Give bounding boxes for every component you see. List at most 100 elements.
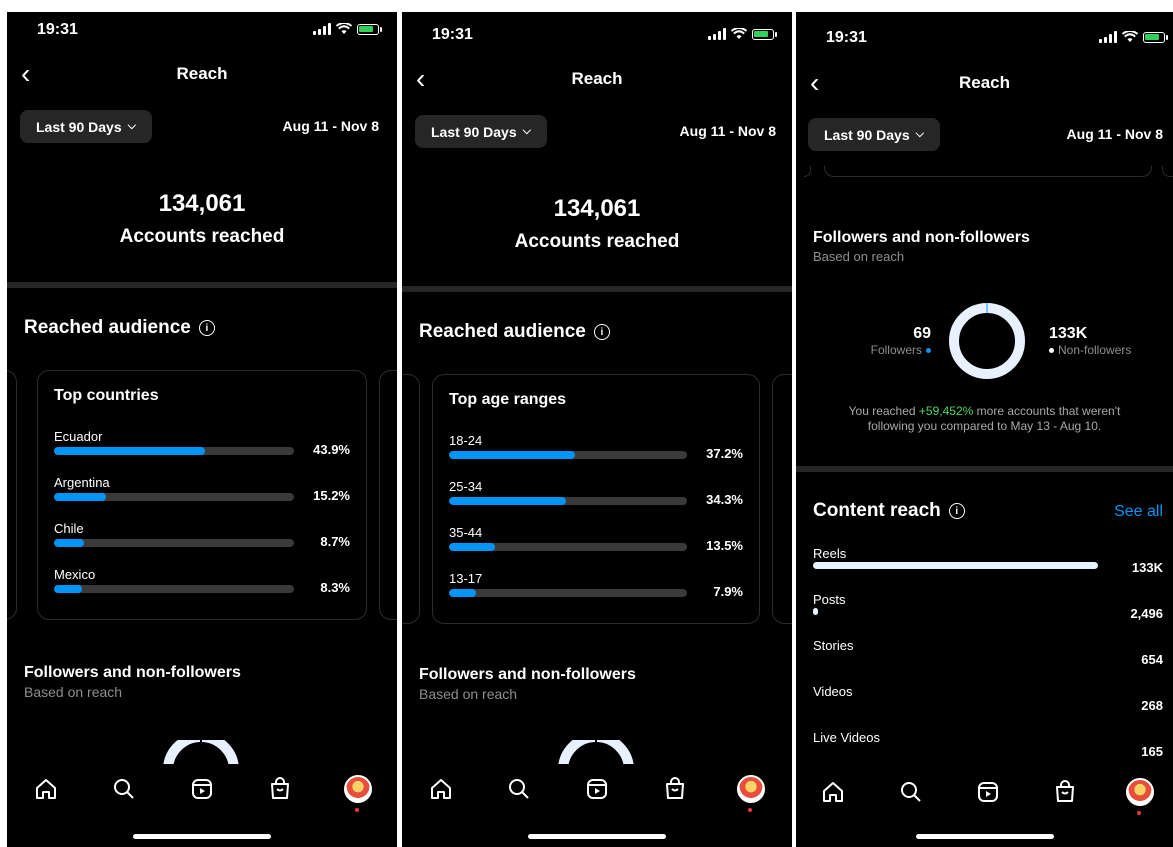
phone-screen-countries: 19:31 ‹ Reach Last 90 Days ⌵ Aug 11 - Nov… (7, 12, 397, 847)
prev-card-peek[interactable] (402, 374, 420, 624)
bar-fill (449, 589, 476, 597)
status-bar: 19:31 (7, 12, 397, 52)
prev-card-peek[interactable] (7, 370, 17, 620)
non-followers-count: 133K (1049, 325, 1088, 342)
shop-icon[interactable] (265, 774, 295, 804)
list-item: Argentina 15.2% (54, 475, 350, 503)
list-item: 13-17 7.9% (449, 571, 743, 599)
bar-fill (54, 447, 205, 455)
period-dropdown[interactable]: Last 90 Days ⌵ (808, 118, 940, 151)
profile-avatar[interactable] (736, 774, 766, 812)
search-icon[interactable] (109, 774, 139, 804)
period-dropdown[interactable]: Last 90 Days ⌵ (20, 110, 152, 143)
chevron-down-icon: ⌵ (915, 128, 924, 140)
followers-section-subtitle: Based on reach (419, 686, 518, 702)
bar-fill (813, 608, 819, 615)
home-icon[interactable] (31, 774, 61, 804)
page-title: Reach (571, 69, 623, 88)
bar-fill (54, 493, 107, 501)
wifi-icon (731, 28, 747, 39)
donut-chart-partial (558, 740, 634, 766)
accounts-reached-label: Accounts reached (119, 226, 285, 247)
section-divider (796, 466, 1173, 472)
list-item: Posts 2,496 (813, 592, 1163, 621)
date-filter-bar: Last 90 Days ⌵ Aug 11 - Nov 8 (808, 118, 1165, 152)
header: ‹ Reach (402, 63, 792, 99)
followers-section-title: Followers and non-followers (419, 666, 636, 683)
non-followers-stat: 133K Non-followers (1049, 325, 1131, 357)
followers-section-subtitle: Based on reach (24, 684, 123, 700)
section-divider (7, 282, 397, 288)
bottom-nav (796, 767, 1173, 815)
reels-icon[interactable] (187, 774, 217, 804)
list-item: Live Videos 165 (813, 730, 1163, 759)
search-icon[interactable] (504, 774, 534, 804)
battery-icon (357, 23, 382, 35)
list-item: Reels 133K (813, 546, 1163, 575)
chevron-down-icon: ⌵ (127, 120, 136, 132)
non-followers-label: Non-followers (1058, 343, 1132, 357)
bottom-nav (7, 764, 397, 812)
card-title: Top age ranges (449, 391, 567, 408)
bar-fill (54, 539, 84, 547)
reels-icon[interactable] (973, 777, 1003, 807)
profile-avatar[interactable] (343, 774, 373, 812)
date-range: Aug 11 - Nov 8 (679, 123, 776, 139)
see-all-link[interactable]: See all (1114, 503, 1163, 521)
bar-fill (449, 497, 566, 505)
section-divider (402, 286, 792, 292)
header: ‹ Reach (7, 58, 397, 94)
accounts-reached-count: 134,061 (553, 195, 641, 222)
top-countries-card[interactable]: Top countries Ecuador 43.9% Argentina 15.2… (37, 370, 367, 620)
status-time: 19:31 (37, 21, 78, 38)
date-range: Aug 11 - Nov 8 (282, 118, 379, 134)
phone-screen-age-ranges: 19:31 ‹ Reach Last 90 Days ⌵ Aug 11 - Nov… (402, 12, 792, 847)
signal-icon (313, 23, 331, 35)
info-icon[interactable]: i (198, 320, 215, 336)
shop-icon[interactable] (1050, 777, 1080, 807)
accounts-reached-count: 134,061 (158, 190, 246, 217)
followers-section-title: Followers and non-followers (813, 229, 1030, 246)
top-age-ranges-card[interactable]: Top age ranges 18-24 37.2% 25-34 34.3% 35-… (432, 374, 760, 624)
reels-icon[interactable] (582, 774, 612, 804)
status-time: 19:31 (432, 26, 473, 43)
bar-fill (54, 585, 83, 593)
next-card-peek[interactable] (379, 370, 397, 620)
next-card-peek[interactable] (772, 374, 792, 624)
wifi-icon (336, 23, 352, 34)
list-item: Stories 654 (813, 638, 1163, 667)
non-followers-legend-dot (1049, 347, 1054, 353)
home-indicator (133, 834, 271, 839)
followers-donut-chart (949, 303, 1025, 379)
bar-fill (813, 562, 1098, 569)
home-indicator (915, 834, 1054, 839)
bar-fill (449, 543, 495, 551)
home-icon[interactable] (818, 777, 848, 807)
shop-icon[interactable] (660, 774, 690, 804)
page-title: Reach (176, 64, 228, 83)
wifi-icon (1122, 31, 1138, 42)
content-reach-title: Content reach i (813, 500, 965, 522)
chevron-down-icon: ⌵ (522, 125, 531, 137)
period-label: Last 90 Days (824, 126, 910, 143)
list-item: Videos 268 (813, 684, 1163, 713)
period-label: Last 90 Days (36, 118, 122, 135)
status-bar: 19:31 (402, 17, 792, 57)
followers-section-subtitle: Based on reach (813, 249, 905, 264)
followers-stat: 69 Followers (871, 325, 931, 357)
list-item: Ecuador 43.9% (54, 429, 350, 457)
date-filter-bar: Last 90 Days ⌵ Aug 11 - Nov 8 (415, 115, 780, 149)
period-dropdown[interactable]: Last 90 Days ⌵ (415, 115, 547, 148)
home-icon[interactable] (426, 774, 456, 804)
info-icon[interactable]: i (948, 503, 965, 519)
phone-screen-content-reach: 19:31 ‹ Reach Last 90 Days ⌵ Aug 11 - Nov… (796, 12, 1173, 847)
battery-icon (752, 28, 777, 40)
battery-icon (1143, 31, 1168, 43)
search-icon[interactable] (896, 777, 926, 807)
home-indicator (528, 834, 666, 839)
list-item: 25-34 34.3% (449, 479, 743, 507)
bar-fill (449, 451, 576, 459)
info-icon[interactable]: i (593, 324, 610, 340)
date-filter-bar: Last 90 Days ⌵ Aug 11 - Nov 8 (20, 110, 385, 144)
profile-avatar[interactable] (1125, 777, 1155, 815)
